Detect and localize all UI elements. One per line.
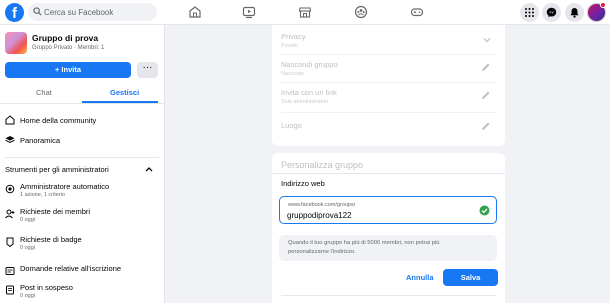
chevron-up-icon[interactable] [145, 166, 153, 172]
divider [281, 54, 496, 55]
check-circle-icon [479, 205, 490, 216]
setting-hide-group[interactable]: Nascondi gruppo Nascosto [281, 60, 496, 77]
home-icon [5, 115, 15, 125]
auto-admin-icon [5, 184, 15, 194]
add-person-icon [5, 209, 15, 219]
top-bar: f [0, 0, 610, 25]
messenger-icon [546, 7, 557, 18]
web-address-label: Indirizzo web [281, 179, 325, 188]
divider [281, 82, 496, 83]
tool-auto-admin[interactable]: Amministratore automatico 1 azione, 1 cr… [5, 182, 155, 204]
home-icon[interactable] [188, 5, 202, 19]
messenger-button[interactable] [542, 3, 561, 22]
customize-group-card: Personalizza gruppo Indirizzo web www.fa… [272, 153, 505, 303]
section-title-customize: Personalizza gruppo [281, 160, 364, 170]
setting-value: Solo amministratori [281, 99, 329, 105]
section-title-admin-tools: Strumenti per gli amministratori [5, 165, 109, 174]
pending-posts-icon [6, 285, 14, 295]
more-options-button[interactable]: ··· [137, 62, 158, 78]
facebook-logo[interactable]: f [5, 3, 24, 22]
group-meta: Gruppo Privato · Membri: 1 [32, 45, 105, 51]
pencil-icon[interactable] [480, 62, 491, 73]
gaming-icon[interactable] [410, 5, 424, 19]
tab-gestisci[interactable]: Gestisci [110, 88, 139, 97]
video-icon[interactable] [242, 5, 256, 19]
divider [281, 295, 496, 296]
group-cover-thumbnail[interactable] [5, 32, 27, 54]
tab-chat[interactable]: Chat [36, 88, 52, 97]
menu-grid-icon [525, 8, 534, 17]
tool-title: Richieste di badge [20, 235, 82, 244]
search-box[interactable] [28, 3, 157, 21]
tool-title: Post in sospeso [20, 283, 73, 292]
web-address-field[interactable]: www.facebook.com/groups/ [279, 196, 497, 224]
web-address-input[interactable] [287, 210, 467, 221]
divider [0, 103, 164, 104]
nav-item-label: Panoramica [20, 136, 61, 145]
setting-value: Privato [281, 43, 299, 49]
info-box: Quando il tuo gruppo ha più di 5000 memb… [279, 235, 497, 261]
tool-pending-posts[interactable]: Post in sospeso 0 oggi [5, 283, 155, 303]
divider [281, 112, 496, 113]
tool-title: Domande relative all'iscrizione [20, 264, 122, 273]
save-button[interactable]: Salva [443, 269, 498, 286]
group-name[interactable]: Gruppo di prova [32, 33, 98, 43]
tool-subtitle: 1 azione, 1 criterio [20, 192, 65, 198]
info-text-line-2: personalizzarne l'indirizzo. [288, 249, 356, 255]
cancel-button[interactable]: Annulla [406, 273, 434, 282]
question-form-icon [5, 267, 15, 275]
group-settings-card: Privacy Privato Nascondi gruppo Nascosto… [272, 25, 505, 146]
tool-title: Richieste dei membri [20, 207, 91, 216]
setting-value: Nascosto [281, 71, 304, 77]
info-text-line-1: Quando il tuo gruppo ha più di 5000 memb… [288, 240, 440, 246]
pencil-icon[interactable] [480, 121, 491, 132]
setting-title: Invita con un link [281, 88, 337, 97]
search-icon [33, 7, 42, 16]
nav-item-home-community[interactable]: Home della community [5, 114, 155, 128]
notification-badge [600, 2, 606, 8]
tool-subtitle: 0 oggi [20, 217, 35, 223]
setting-title: Nascondi gruppo [281, 60, 338, 69]
bell-icon [570, 8, 579, 18]
setting-title: Luogo [281, 121, 302, 130]
setting-privacy[interactable]: Privacy Privato [281, 32, 496, 49]
tool-subtitle: 0 oggi [20, 293, 35, 299]
pencil-icon[interactable] [480, 90, 491, 101]
setting-title: Privacy [281, 32, 306, 41]
layers-icon [5, 136, 15, 144]
search-input[interactable] [44, 3, 154, 21]
setting-location[interactable]: Luogo [281, 121, 496, 130]
tool-member-requests[interactable]: Richieste dei membri 0 oggi [5, 207, 155, 229]
notifications-button[interactable] [565, 3, 584, 22]
marketplace-icon[interactable] [298, 5, 312, 19]
web-address-prefix: www.facebook.com/groups/ [288, 202, 356, 208]
invite-button[interactable]: + Invita [5, 62, 131, 78]
nav-item-overview[interactable]: Panoramica [5, 134, 155, 148]
tool-badge-requests[interactable]: Richieste di badge 0 oggi [5, 235, 155, 257]
groups-icon[interactable] [354, 5, 368, 19]
setting-invite-link[interactable]: Invita con un link Solo amministratori [281, 88, 496, 105]
nav-item-label: Home della community [20, 116, 97, 125]
divider [272, 173, 505, 174]
tool-title: Amministratore automatico [20, 182, 110, 191]
menu-grid-button[interactable] [520, 3, 539, 22]
tool-subtitle: 0 oggi [20, 245, 35, 251]
divider [5, 157, 159, 158]
badge-icon [6, 237, 14, 247]
sidebar: Gruppo di prova Gruppo Privato · Membri:… [0, 25, 165, 303]
chevron-down-icon[interactable] [483, 37, 491, 43]
